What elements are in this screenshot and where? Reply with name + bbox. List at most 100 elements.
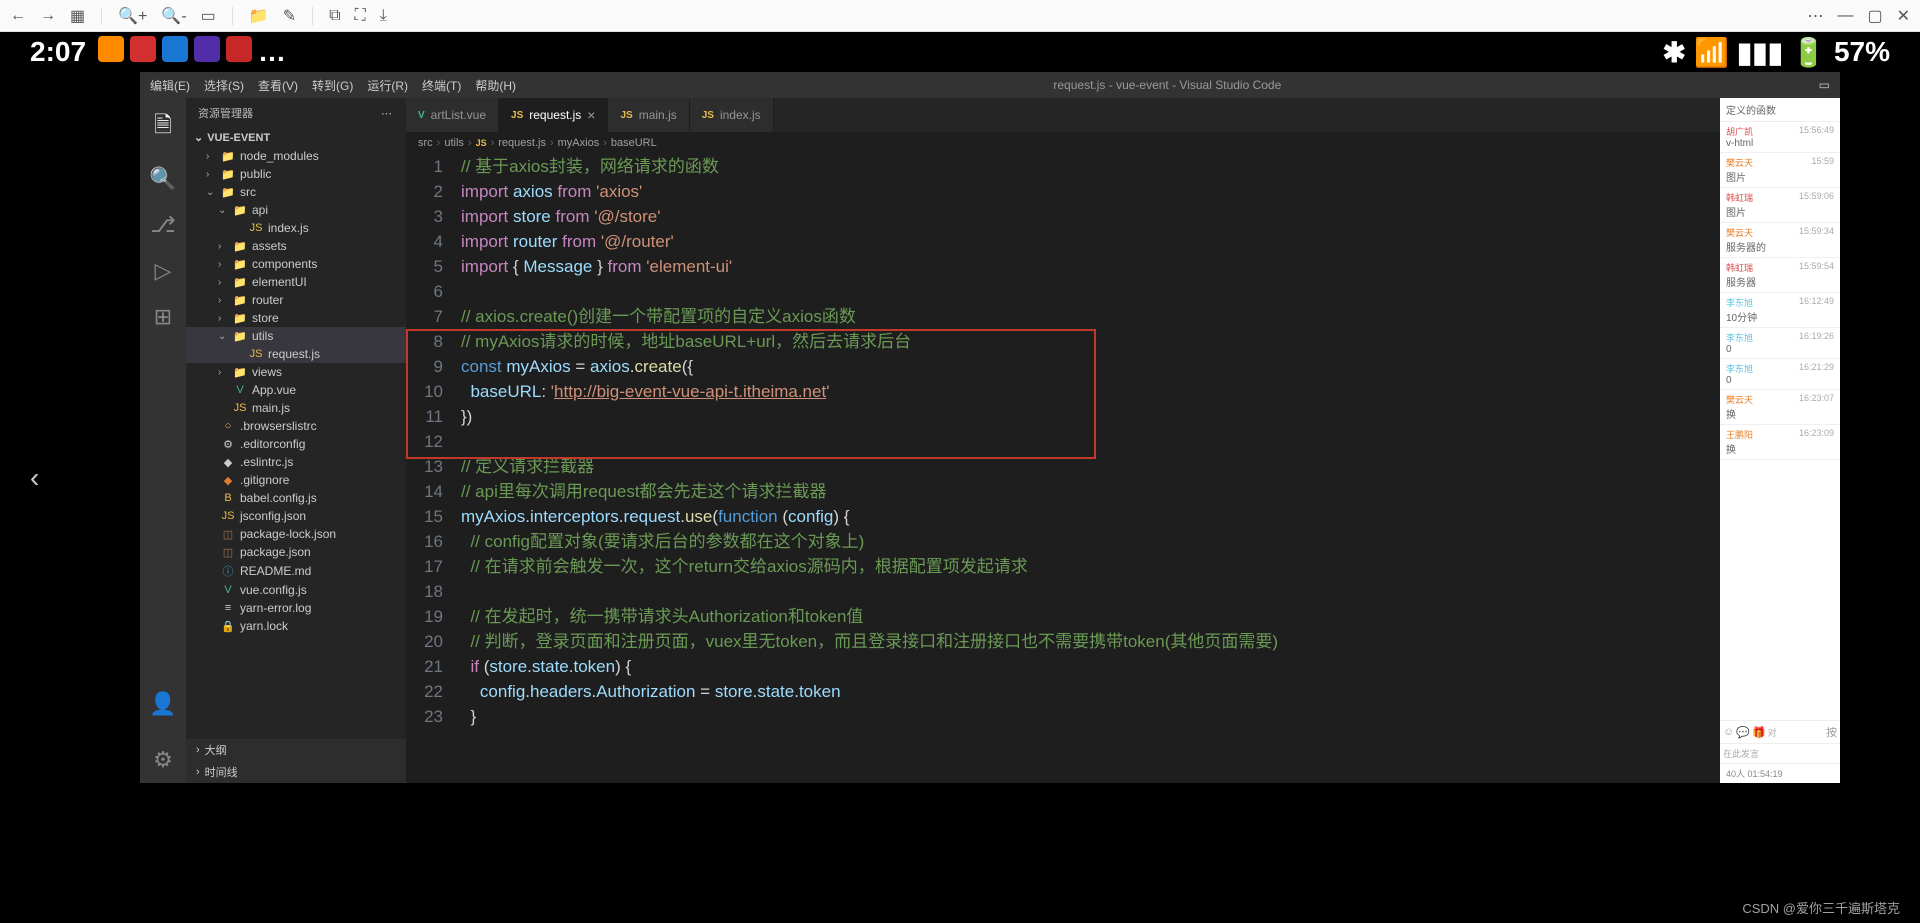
folder-item[interactable]: ›📁assets bbox=[186, 237, 406, 255]
file-item[interactable]: ⚙.editorconfig bbox=[186, 435, 406, 453]
folder-item[interactable]: ›📁public bbox=[186, 165, 406, 183]
file-item[interactable]: 🔒yarn.lock bbox=[186, 617, 406, 635]
send-icon[interactable]: 按 bbox=[1826, 724, 1837, 740]
file-item[interactable]: ◫package-lock.json bbox=[186, 525, 406, 543]
expand-icon[interactable]: ⛶ bbox=[355, 7, 366, 25]
activity-bar: 🗎 🔍 ⎇ ▷ ⊞ 👤 ⚙ bbox=[140, 98, 186, 783]
debug-icon[interactable]: ▷ bbox=[155, 258, 172, 284]
folder-item[interactable]: ⌄📁src bbox=[186, 183, 406, 201]
watermark: CSDN @爱你三千遍斯塔克 bbox=[1742, 898, 1900, 917]
file-item[interactable]: ◆.gitignore bbox=[186, 471, 406, 489]
minimize-icon[interactable]: — bbox=[1837, 7, 1853, 25]
editor-area: VartList.vueJSrequest.js×JSmain.jsJSinde… bbox=[406, 98, 1720, 783]
folder-item[interactable]: ›📁views bbox=[186, 363, 406, 381]
window-title: request.js - vue-event - Visual Studio C… bbox=[530, 78, 1805, 92]
project-root[interactable]: ⌄ VUE-EVENT bbox=[186, 128, 406, 147]
emoji-icon[interactable]: ☺ bbox=[1723, 726, 1734, 738]
copy-icon[interactable]: ⧉ bbox=[329, 7, 340, 25]
menu-item[interactable]: 运行(R) bbox=[367, 77, 408, 94]
folder-item[interactable]: ›📁components bbox=[186, 255, 406, 273]
battery-percent: 57% bbox=[1834, 36, 1890, 68]
gift-icon[interactable]: 🎁 bbox=[1752, 726, 1766, 739]
editor-tab[interactable]: VartList.vue bbox=[406, 98, 499, 132]
source-control-icon[interactable]: ⎇ bbox=[150, 212, 175, 238]
file-item[interactable]: JSmain.js bbox=[186, 399, 406, 417]
folder-item[interactable]: ›📁store bbox=[186, 309, 406, 327]
file-item[interactable]: Vvue.config.js bbox=[186, 581, 406, 599]
zoom-in-icon[interactable]: 🔍+ bbox=[118, 6, 147, 26]
account-icon[interactable]: 👤 bbox=[149, 691, 176, 717]
chat-icon[interactable]: 💬 bbox=[1736, 726, 1750, 739]
menu-item[interactable]: 终端(T) bbox=[422, 77, 461, 94]
wifi-icon: 📶 bbox=[1694, 36, 1729, 69]
explorer-icon[interactable]: 🗎 bbox=[154, 108, 172, 146]
chat-message: 李东旭16:12:4910分钟 bbox=[1720, 293, 1840, 328]
editor-tab[interactable]: JSindex.js bbox=[690, 98, 774, 132]
chat-message: 李东旭16:21:290 bbox=[1720, 359, 1840, 390]
file-item[interactable]: ◆.eslintrc.js bbox=[186, 453, 406, 471]
menu-item[interactable]: 编辑(E) bbox=[150, 77, 190, 94]
file-item[interactable]: ≡yarn-error.log bbox=[186, 599, 406, 617]
chat-message: 樊云天16:23:07换 bbox=[1720, 390, 1840, 425]
code-editor[interactable]: 1234567891011121314151617181920212223 //… bbox=[406, 154, 1720, 783]
app-icon bbox=[226, 36, 252, 62]
chat-panel: 定义的函数 胡广凯15:56:49v-html樊云天15:59图片韩虹瑞15:5… bbox=[1720, 98, 1840, 783]
layout-icon[interactable]: ▭ bbox=[1819, 78, 1830, 92]
menubar: 编辑(E) 选择(S) 查看(V) 转到(G) 运行(R) 终端(T) 帮助(H… bbox=[140, 72, 1840, 98]
file-item[interactable]: JSrequest.js bbox=[186, 345, 406, 363]
outline-panel[interactable]: ›大纲 bbox=[186, 739, 406, 761]
folder-item[interactable]: ⌄📁api bbox=[186, 201, 406, 219]
back-icon[interactable]: ← bbox=[10, 7, 26, 25]
app-icon bbox=[162, 36, 188, 62]
maximize-icon[interactable]: ▢ bbox=[1867, 6, 1882, 26]
fit-icon[interactable]: ▭ bbox=[201, 6, 216, 26]
phone-status-bar: 2:07 … ✱ 📶 ▮▮▮ 🔋 57% bbox=[0, 32, 1920, 72]
chat-footer: 40人 01:54:19 bbox=[1720, 763, 1840, 783]
editor-tab[interactable]: JSrequest.js× bbox=[499, 98, 608, 132]
chat-input-row: ☺ 💬 🎁 对 按 bbox=[1720, 720, 1840, 743]
menu-item[interactable]: 转到(G) bbox=[312, 77, 353, 94]
folder-item[interactable]: ›📁elementUI bbox=[186, 273, 406, 291]
file-item[interactable]: JSjsconfig.json bbox=[186, 507, 406, 525]
file-item[interactable]: Bbabel.config.js bbox=[186, 489, 406, 507]
settings-icon[interactable]: ⚙ bbox=[153, 747, 173, 773]
menu-item[interactable]: 帮助(H) bbox=[475, 77, 516, 94]
folder-icon[interactable]: 📁 bbox=[249, 6, 269, 26]
edit-icon[interactable]: ✎ bbox=[283, 6, 296, 26]
download-icon[interactable]: ⤓ bbox=[380, 7, 387, 25]
file-item[interactable]: VApp.vue bbox=[186, 381, 406, 399]
file-item[interactable]: ⓘREADME.md bbox=[186, 561, 406, 581]
app-icon bbox=[98, 36, 124, 62]
more-icon[interactable]: ⋯ bbox=[1807, 6, 1823, 26]
bluetooth-icon: ✱ bbox=[1663, 36, 1686, 69]
breadcrumb[interactable]: src›utils›JS›request.js›myAxios›baseURL bbox=[406, 132, 1720, 154]
chat-placeholder[interactable]: 在此发言 bbox=[1723, 747, 1837, 760]
menu-item[interactable]: 查看(V) bbox=[258, 77, 298, 94]
timeline-panel[interactable]: ›时间线 bbox=[186, 761, 406, 783]
chat-message: 李东旭16:19:260 bbox=[1720, 328, 1840, 359]
more-apps-icon: … bbox=[258, 36, 286, 68]
editor-tab[interactable]: JSmain.js bbox=[608, 98, 689, 132]
vscode-window: 编辑(E) 选择(S) 查看(V) 转到(G) 运行(R) 终端(T) 帮助(H… bbox=[140, 72, 1840, 783]
chat-message: 韩虹瑞15:59:06图片 bbox=[1720, 188, 1840, 223]
extensions-icon[interactable]: ⊞ bbox=[154, 304, 172, 330]
folder-item[interactable]: ›📁router bbox=[186, 291, 406, 309]
close-icon[interactable]: ✕ bbox=[1897, 6, 1910, 26]
sidebar: 资源管理器 ⋯ ⌄ VUE-EVENT ›📁node_modules›📁publ… bbox=[186, 98, 406, 783]
project-name: VUE-EVENT bbox=[207, 132, 270, 144]
chat-input[interactable]: 对 bbox=[1768, 726, 1824, 739]
sidebar-more-icon[interactable]: ⋯ bbox=[381, 107, 394, 120]
folder-item[interactable]: ›📁node_modules bbox=[186, 147, 406, 165]
search-icon[interactable]: 🔍 bbox=[149, 166, 176, 192]
folder-item[interactable]: ⌄📁utils bbox=[186, 327, 406, 345]
file-item[interactable]: ○.browserslistrc bbox=[186, 417, 406, 435]
signal-icon: ▮▮▮ bbox=[1737, 36, 1783, 69]
zoom-out-icon[interactable]: 🔍- bbox=[161, 6, 186, 26]
file-item[interactable]: ◫package.json bbox=[186, 543, 406, 561]
prev-image-icon[interactable]: ‹ bbox=[30, 462, 39, 494]
grid-icon[interactable]: ▦ bbox=[70, 6, 85, 26]
menu-item[interactable]: 选择(S) bbox=[204, 77, 244, 94]
file-item[interactable]: JSindex.js bbox=[186, 219, 406, 237]
forward-icon[interactable]: → bbox=[40, 7, 56, 25]
chat-message: 韩虹瑞15:59:54服务器 bbox=[1720, 258, 1840, 293]
